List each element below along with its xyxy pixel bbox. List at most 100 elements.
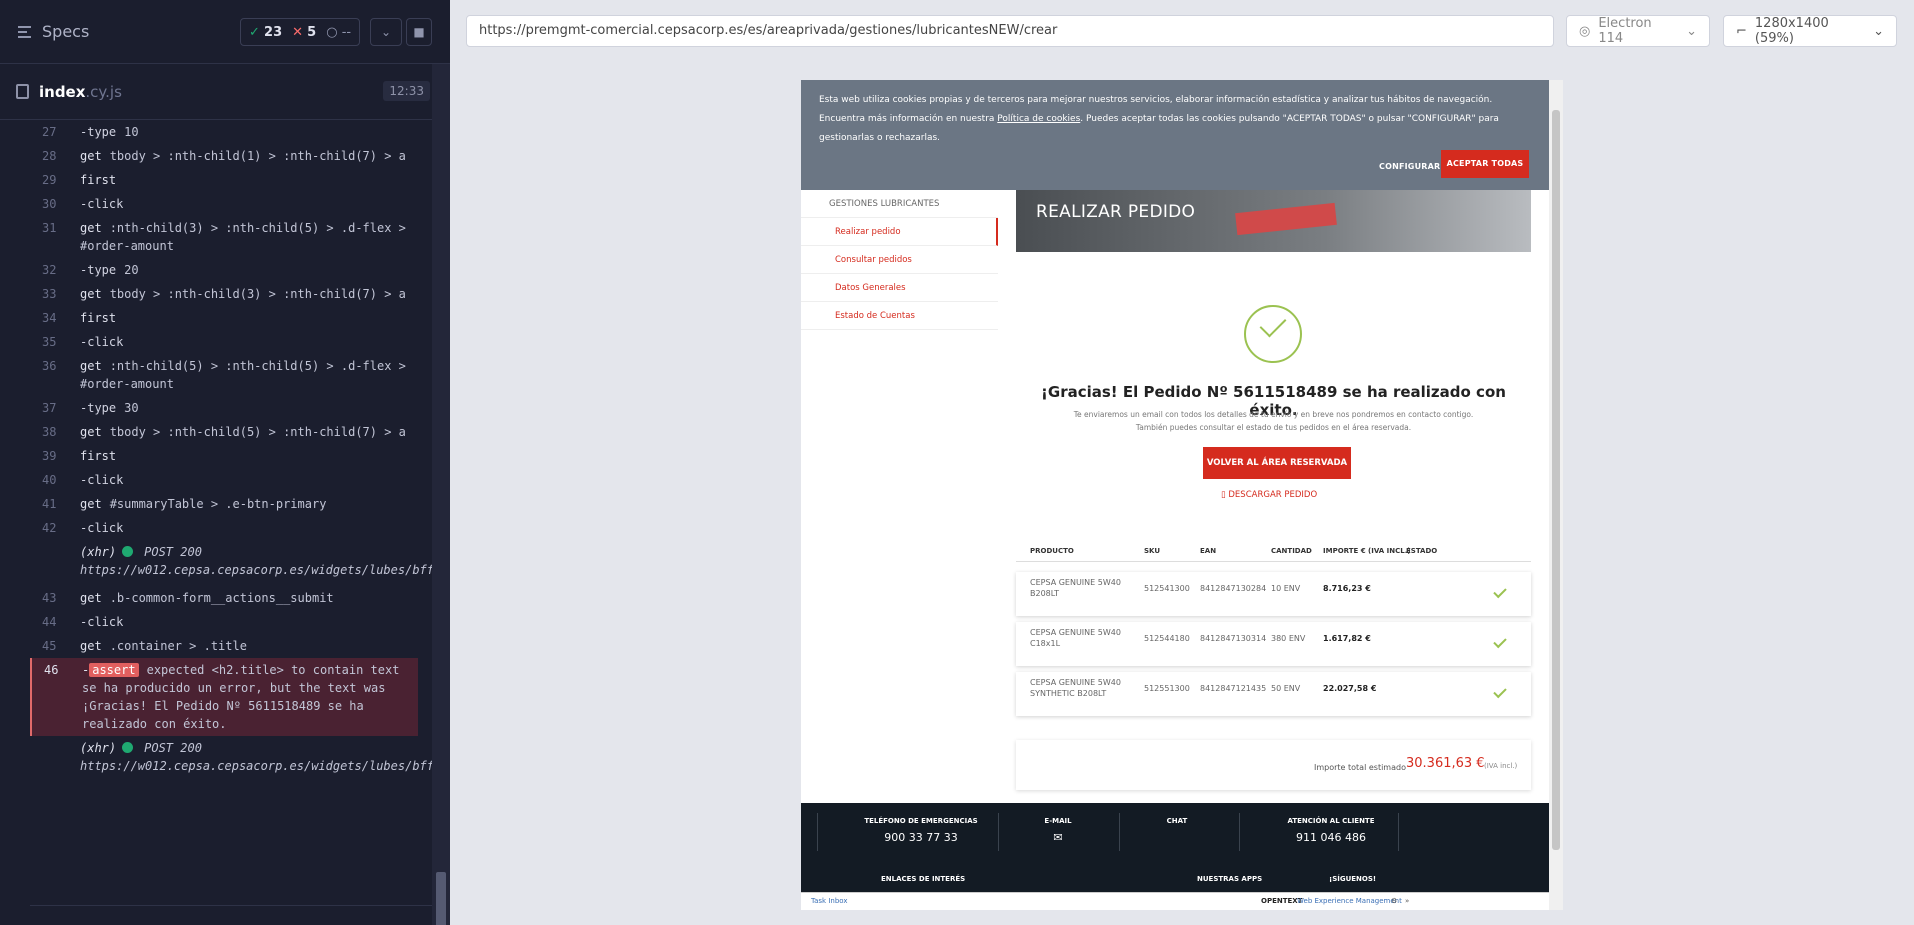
- stop-icon[interactable]: ■: [406, 18, 432, 46]
- command-entry[interactable]: 34 first: [30, 306, 418, 330]
- aut-page: GESTIONES LUBRICANTES Realizar pedido Co…: [801, 80, 1563, 910]
- command-entry[interactable]: 33 get tbody > :nth-child(3) > :nth-child(…: [30, 282, 418, 306]
- command-entry[interactable]: 43 get .b-common-form__actions__submit: [30, 586, 418, 610]
- status-dot-icon: [122, 546, 134, 557]
- task-inbox[interactable]: Task Inbox: [811, 893, 848, 910]
- links-heading: ENLACES DE INTERÉS: [881, 875, 966, 883]
- side-navigation: GESTIONES LUBRICANTES Realizar pedido Co…: [801, 190, 998, 330]
- command-entry[interactable]: 29 first: [30, 168, 418, 192]
- command-assert-error[interactable]: 46- assert expected <h2.title> to contain …: [30, 658, 418, 736]
- emergency-phone: TELÉFONO DE EMERGENCIAS 900 33 77 33: [864, 817, 978, 844]
- command-entry[interactable]: 36 get:nth-child(5) > :nth-child(5) > .d-…: [30, 354, 418, 396]
- viewport-size[interactable]: ⌐ 1280x1400 (59%) ⌄: [1723, 15, 1897, 47]
- command-entry[interactable]: 42 -click: [30, 516, 418, 540]
- sidenav-item-estado-cuentas[interactable]: Estado de Cuentas: [801, 302, 998, 330]
- cell-imp: 8.716,23 €: [1323, 584, 1371, 593]
- wem-link[interactable]: Web Experience Management: [1297, 893, 1402, 910]
- command-entry[interactable]: 32 -type 20: [30, 258, 418, 282]
- gear-icon[interactable]: ⚙: [1391, 893, 1397, 910]
- command-entry[interactable]: 31 get:nth-child(3) > :nth-child(5) > .d-…: [30, 216, 418, 258]
- specs-title[interactable]: Specs: [42, 22, 89, 41]
- command-entry[interactable]: 41 get #summaryTable > .e-btn-primary: [30, 492, 418, 516]
- url-bar[interactable]: https://premgmt-comercial.cepsacorp.es/e…: [466, 15, 1554, 47]
- sidenav-header[interactable]: GESTIONES LUBRICANTES: [801, 190, 998, 218]
- spec-file-header: index.cy.js 12:33: [0, 64, 450, 120]
- cell-ean: 8412847121435: [1200, 684, 1267, 693]
- sidenav-item-consultar-pedidos[interactable]: Consultar pedidos: [801, 246, 998, 274]
- back-to-area-button[interactable]: VOLVER AL ÁREA RESERVADA: [1203, 447, 1351, 479]
- status-check-icon: [1493, 684, 1507, 699]
- cell-ean: 8412847130314: [1200, 634, 1267, 643]
- command-log-scrollbar[interactable]: [432, 64, 450, 925]
- cell-ean: 8412847130284: [1200, 584, 1267, 593]
- card-image: [1235, 202, 1337, 236]
- total-amount: 30.361,63 €: [1406, 756, 1485, 771]
- cell-qty: 50 ENV: [1271, 684, 1301, 693]
- sidenav-item-realizar-pedido[interactable]: Realizar pedido: [801, 218, 998, 246]
- browser-selector[interactable]: ◎ Electron 114 ⌄: [1566, 15, 1710, 47]
- follow-heading: ¡SÍGUENOS!: [1329, 875, 1377, 883]
- cell-imp: 22.027,58 €: [1323, 684, 1377, 693]
- app-viewport: https://premgmt-comercial.cepsacorp.es/e…: [450, 0, 1914, 925]
- wem-taskbar: Task Inbox OPENTEXT Web Experience Manag…: [801, 892, 1549, 910]
- spec-duration: 12:33: [383, 81, 430, 101]
- spec-file-name: index.cy.js: [39, 82, 122, 101]
- horizontal-scrollbar[interactable]: [30, 905, 432, 925]
- col-ean: EAN: [1200, 547, 1217, 555]
- page-scrollbar[interactable]: [1549, 80, 1563, 910]
- mail-icon: ✉: [1053, 831, 1063, 844]
- status-check-icon: [1493, 584, 1507, 599]
- info-icon: ⌄: [1873, 23, 1884, 39]
- cell-p2: C18x1L: [1030, 639, 1061, 648]
- page-title: REALIZAR PEDIDO: [1036, 202, 1196, 222]
- browser-icon: ◎: [1579, 23, 1591, 39]
- download-order-link[interactable]: ▯ DESCARGAR PEDIDO: [1221, 490, 1317, 500]
- cell-p1: CEPSA GENUINE 5W40: [1030, 678, 1121, 687]
- specs-menu-icon[interactable]: [18, 25, 34, 38]
- client-phone: ATENCIÓN AL CLIENTE 911 046 486: [1287, 817, 1375, 844]
- command-entry[interactable]: 38 get tbody > :nth-child(5) > :nth-child(…: [30, 420, 418, 444]
- command-entry[interactable]: 45 get .container > .title: [30, 634, 418, 658]
- command-entry[interactable]: 35 -click: [30, 330, 418, 354]
- cell-p1: CEPSA GENUINE 5W40: [1030, 628, 1121, 637]
- command-xhr[interactable]: (xhr) POST 200 https://w012.cepsa.cepsaco…: [30, 540, 542, 586]
- document-icon: [16, 84, 29, 99]
- command-entry[interactable]: 28 get tbody > :nth-child(1) > :nth-child(…: [30, 144, 418, 168]
- sidenav-item-datos-generales[interactable]: Datos Generales: [801, 274, 998, 302]
- command-entry[interactable]: 44 -click: [30, 610, 418, 634]
- command-xhr[interactable]: (xhr) POST 200 https://w012.cepsa.cepsaco…: [30, 736, 477, 782]
- cell-p2: B208LT: [1030, 589, 1059, 598]
- command-entry[interactable]: 30 -click: [30, 192, 418, 216]
- pending-count: ○ --: [326, 24, 352, 40]
- cookie-policy-link[interactable]: Política de cookies: [997, 114, 1080, 124]
- chevron-down-icon[interactable]: ⌄: [370, 18, 402, 46]
- chevron-down-icon: ⌄: [1686, 23, 1697, 39]
- chat-contact[interactable]: CHAT: [1137, 817, 1217, 825]
- col-product: PRODUCTO: [1030, 547, 1074, 555]
- configure-cookies-button[interactable]: CONFIGURAR: [1379, 157, 1440, 176]
- command-entry[interactable]: 39 first: [30, 444, 418, 468]
- failed-count: ✕ 5: [292, 24, 317, 40]
- test-stats: ✓ 23 ✕ 5 ○ --: [240, 18, 361, 46]
- cell-imp: 1.617,82 €: [1323, 634, 1371, 643]
- command-log: 27 -type 10 28 get tbody > :nth-child(1) > :n…: [30, 120, 542, 782]
- cookie-banner: Esta web utiliza cookies propias y de te…: [801, 80, 1549, 190]
- close-icon[interactable]: »: [1405, 893, 1409, 910]
- passed-count: ✓ 23: [249, 24, 283, 40]
- col-quantity: CANTIDAD: [1271, 547, 1312, 555]
- command-entry[interactable]: 27 -type 10: [30, 120, 418, 144]
- total-iva: (IVA incl.): [1484, 762, 1518, 770]
- status-dot-icon: [122, 742, 134, 753]
- cell-p1: CEPSA GENUINE 5W40: [1030, 578, 1121, 587]
- command-entry[interactable]: 40 -click: [30, 468, 418, 492]
- command-entry[interactable]: 37 -type 30: [30, 396, 418, 420]
- order-row: CEPSA GENUINE 5W40 C18x1L 512544180 8412847…: [1016, 622, 1531, 666]
- runner-topbar: Specs ✓ 23 ✕ 5 ○ -- ⌄ ■: [0, 0, 450, 64]
- resize-icon: ⌐: [1736, 23, 1747, 39]
- email-contact[interactable]: E-MAIL ✉: [1018, 817, 1098, 844]
- order-row: CEPSA GENUINE 5W40 SYNTHETIC B208LT 512551…: [1016, 672, 1531, 716]
- accept-all-cookies-button[interactable]: ACEPTAR TODAS: [1441, 150, 1529, 178]
- total-label: Importe total estimado: [1314, 763, 1406, 772]
- cell-sku: 512541300: [1144, 584, 1190, 593]
- cell-sku: 512544180: [1144, 634, 1190, 643]
